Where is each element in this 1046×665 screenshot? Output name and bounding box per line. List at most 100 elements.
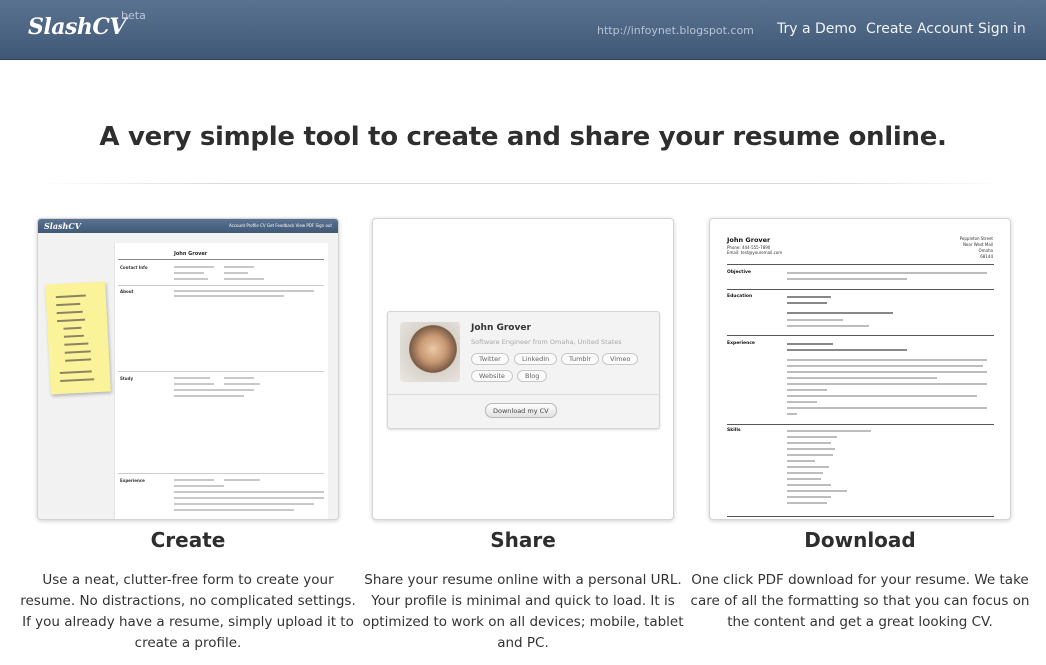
- feature-title-share: Share: [490, 528, 556, 552]
- mini-section-label: Study: [120, 376, 134, 381]
- pdf-rule: [727, 424, 994, 425]
- mini-text-line: [174, 290, 314, 292]
- profile-divider: [388, 394, 659, 395]
- mini-header: SlashCV Account Profile CV Get Feedback …: [38, 219, 338, 233]
- sticky-line: [56, 302, 81, 307]
- create-preview-image: SlashCV Account Profile CV Get Feedback …: [37, 218, 339, 520]
- feature-description-download: One click PDF download for your resume. …: [690, 572, 1030, 630]
- beta-badge: beta: [121, 9, 146, 22]
- sticky-note: [45, 281, 111, 395]
- pdf-text-line: [787, 478, 821, 480]
- page-tagline: A very simple tool to create and share y…: [99, 122, 947, 152]
- sticky-line: [64, 342, 89, 346]
- sticky-line: [57, 318, 86, 323]
- sticky-line: [63, 326, 82, 330]
- pdf-address-line: Near West Mall: [962, 242, 993, 247]
- mini-text-line: [224, 272, 248, 274]
- pdf-address-line: Omaha: [978, 248, 993, 253]
- pdf-name: John Grover: [727, 236, 771, 244]
- feature-title-create: Create: [150, 528, 226, 552]
- pdf-email: Email: test@youremail.com: [727, 250, 783, 255]
- sticky-line: [56, 310, 83, 315]
- pdf-text-line: [787, 359, 987, 361]
- profile-name: John Grover: [471, 323, 531, 333]
- mini-nav: Account Profile CV Get Feedback View PDF…: [228, 223, 332, 228]
- pdf-text-line: [787, 454, 833, 456]
- pdf-text-line: [787, 448, 835, 450]
- pdf-rule: [727, 335, 994, 336]
- mini-rule: [118, 285, 324, 286]
- top-navigation-bar: SlashCV beta http://infoynet.blogspot.co…: [0, 0, 1046, 60]
- sign-in-link[interactable]: Sign in: [978, 21, 1026, 37]
- mini-text-line: [174, 272, 204, 274]
- mini-text-line: [174, 497, 324, 499]
- mini-text-line: [174, 485, 224, 487]
- pdf-section-education: Education: [727, 294, 753, 299]
- pdf-text-line: [787, 312, 893, 314]
- pdf-text-line: [787, 407, 987, 409]
- pdf-text-line: [787, 278, 907, 280]
- blog-link[interactable]: http://infoynet.blogspot.com: [597, 24, 754, 37]
- pdf-text-line: [787, 319, 843, 321]
- download-preview-image: John Grover Phone: 444-555-7890 Email: t…: [709, 218, 1011, 520]
- pdf-text-line: [787, 436, 837, 438]
- pdf-text-line: [787, 502, 827, 504]
- mini-text-line: [174, 491, 324, 493]
- mini-text-line: [174, 395, 244, 397]
- try-demo-link[interactable]: Try a Demo: [777, 21, 857, 37]
- pdf-section-skills: Skills: [727, 428, 741, 433]
- mini-text-line: [174, 503, 314, 505]
- feature-description-create: Use a neat, clutter-free form to create …: [20, 572, 356, 651]
- sticky-line: [64, 350, 91, 354]
- mini-section-label: Experience: [120, 478, 145, 483]
- pdf-section-objective: Objective: [727, 270, 751, 275]
- pdf-text-line: [787, 466, 829, 468]
- mini-text-line: [224, 266, 254, 268]
- mini-profile-name: John Grover: [174, 251, 208, 257]
- site-logo[interactable]: SlashCV: [28, 14, 126, 40]
- pdf-text-line: [787, 430, 871, 432]
- pdf-rule: [727, 289, 994, 290]
- mini-text-line: [174, 266, 214, 268]
- create-account-link[interactable]: Create Account: [866, 21, 974, 37]
- pdf-text-line: [787, 383, 987, 385]
- mini-logo: SlashCV: [44, 221, 81, 231]
- pdf-address-line: 68144: [980, 254, 993, 259]
- pdf-text-line: [787, 460, 815, 462]
- pdf-text-line: [787, 377, 937, 379]
- mini-text-line: [224, 278, 264, 280]
- pdf-text-line: [787, 302, 827, 304]
- mini-text-line: [224, 479, 260, 481]
- mini-section-label: About: [120, 289, 134, 294]
- blog-link-chip: Blog: [517, 370, 548, 382]
- mini-text-line: [174, 383, 214, 385]
- pdf-text-line: [787, 442, 831, 444]
- pdf-text-line: [787, 349, 907, 351]
- pdf-address-line: Poppleton Street: [959, 236, 993, 241]
- pdf-text-line: [787, 325, 869, 327]
- section-divider: [40, 183, 1006, 184]
- mini-text-line: [174, 389, 254, 391]
- mini-rule: [118, 473, 324, 474]
- pdf-rule: [727, 516, 994, 517]
- mini-rule: [118, 259, 324, 260]
- pdf-text-line: [787, 484, 831, 486]
- linkedin-link-chip: LinkedIn: [514, 353, 558, 365]
- twitter-link-chip: Twitter: [471, 353, 509, 365]
- sticky-line: [63, 334, 84, 338]
- pdf-text-line: [787, 371, 987, 373]
- pdf-text-line: [787, 496, 831, 498]
- pdf-text-line: [787, 389, 827, 391]
- profile-card: John Grover Software Engineer from Omaha…: [387, 311, 660, 429]
- profile-subtitle: Software Engineer from Omaha, United Sta…: [471, 338, 622, 346]
- mini-rule: [118, 371, 324, 372]
- pdf-section-experience: Experience: [727, 341, 755, 346]
- mini-text-line: [174, 377, 210, 379]
- feature-description-share: Share your resume online with a personal…: [362, 572, 684, 651]
- sticky-line: [59, 370, 92, 374]
- pdf-text-line: [787, 365, 983, 367]
- pdf-text-line: [787, 272, 987, 274]
- tumblr-link-chip: Tumblr: [561, 353, 600, 365]
- mini-text-line: [224, 377, 254, 379]
- pdf-text-line: [787, 343, 833, 345]
